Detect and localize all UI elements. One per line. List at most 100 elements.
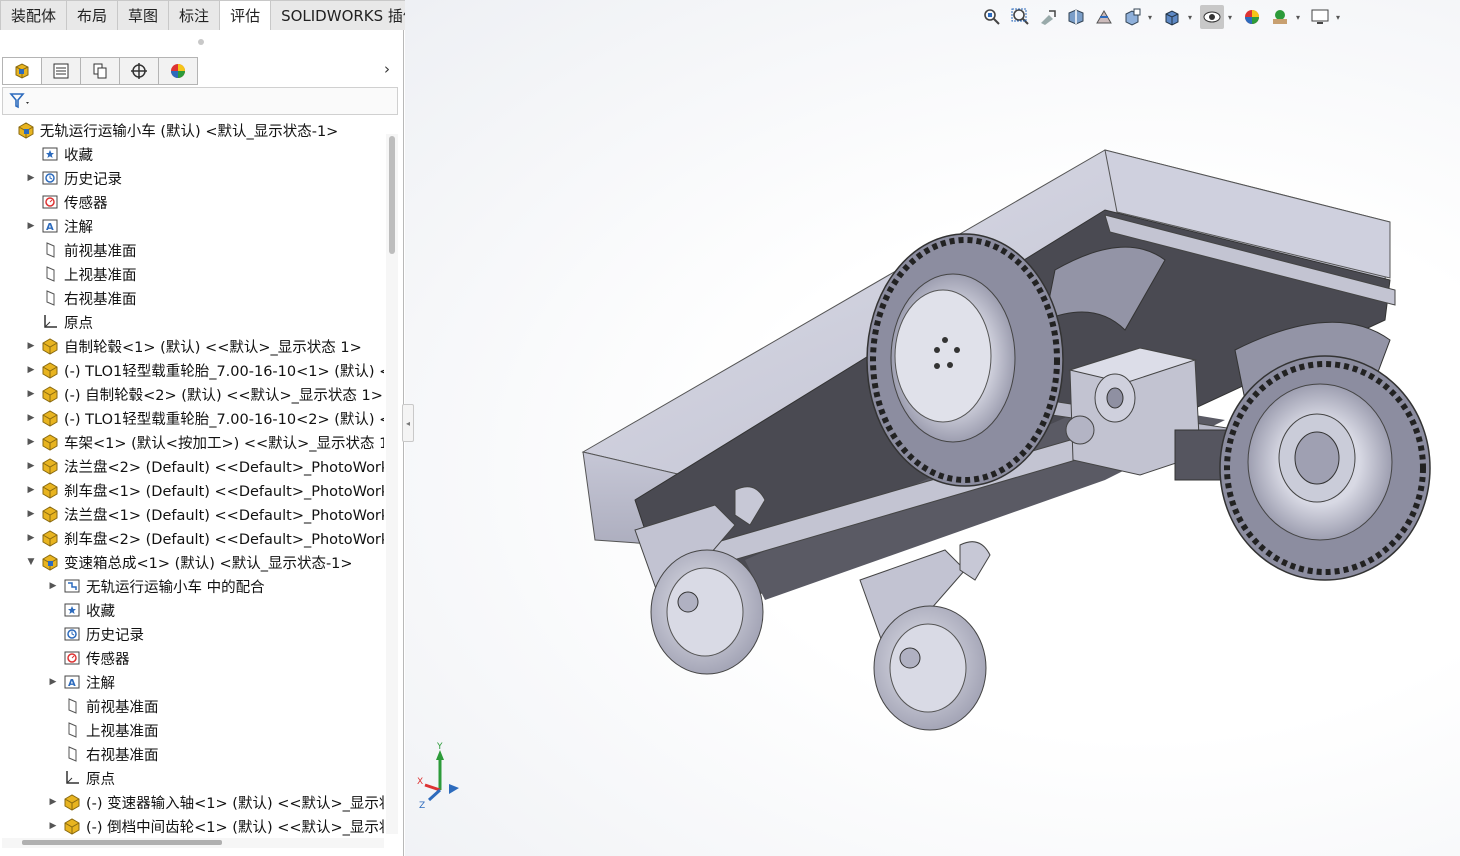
tree-item-label: 传感器 [64, 195, 108, 212]
tree-item-label: (-) 自制轮毂<2> (默认) <<默认>_显示状态 1> [64, 387, 383, 404]
tree-item[interactable]: ▶ 无轨运行运输小车 中的配合 [48, 574, 265, 598]
tree-item[interactable]: 上视基准面 [48, 718, 159, 742]
tree-item[interactable]: ▶ (-) TLO1轻型载重轮胎_7.00-16-10<2> (默认) << [26, 406, 384, 430]
property-manager-tab[interactable] [41, 57, 81, 85]
tree-item[interactable]: 前视基准面 [26, 238, 137, 262]
configuration-manager-tab[interactable] [80, 57, 120, 85]
tree-item-label: 无轨运行运输小车 中的配合 [86, 579, 265, 596]
command-tab-0[interactable]: 装配体 [0, 0, 68, 30]
command-tab-2[interactable]: 草图 [118, 0, 170, 30]
tree-item[interactable]: 右视基准面 [26, 286, 137, 310]
feature-manager-tab[interactable] [2, 57, 42, 85]
tree-item[interactable]: 传感器 [48, 646, 130, 670]
tree-item[interactable]: ▶ (-) 倒档中间齿轮<1> (默认) <<默认>_显示状态 [48, 814, 384, 836]
dimxpert-tab[interactable] [119, 57, 159, 85]
tree-item[interactable]: 前视基准面 [48, 694, 159, 718]
tree-item[interactable]: ▶ A 注解 [26, 214, 93, 238]
history-icon [40, 168, 60, 188]
manager-tabs [2, 57, 198, 85]
tree-item[interactable]: 原点 [48, 766, 115, 790]
horizontal-scroll-thumb[interactable] [22, 840, 222, 845]
expand-arrow-icon[interactable]: ▶ [26, 214, 36, 238]
tree-item[interactable]: 传感器 [26, 190, 108, 214]
tree-horizontal-scrollbar[interactable] [2, 838, 384, 848]
tree-item-label: 注解 [64, 219, 93, 236]
gearbox-flange-hub [1106, 387, 1124, 409]
mates-icon [62, 576, 82, 596]
tree-item[interactable]: ▶ 法兰盘<2> (Default) <<Default>_PhotoWorks [26, 454, 384, 478]
tree-item[interactable]: 上视基准面 [26, 262, 137, 286]
reference-triad[interactable]: Y X Z [415, 740, 465, 810]
front-drive-tire [866, 233, 1064, 487]
tree-filter-bar[interactable] [2, 87, 398, 115]
cart-assembly-model[interactable] [405, 0, 1460, 856]
graphics-viewport[interactable]: ▾ ▾ ▾ ▾ ▾ Y X Z [405, 0, 1460, 856]
expand-arrow-icon[interactable]: ▶ [26, 526, 36, 550]
tree-item-label: 法兰盘<2> (Default) <<Default>_PhotoWorks [64, 459, 384, 476]
tree-item-label: 原点 [86, 771, 115, 788]
tree-item[interactable]: ▶ 历史记录 [26, 166, 122, 190]
dimxpert-icon [131, 63, 147, 79]
expand-arrow-icon[interactable]: ▶ [26, 166, 36, 190]
tree-item[interactable]: ▶ 自制轮毂<1> (默认) <<默认>_显示状态 1> [26, 334, 362, 358]
expand-arrow-icon[interactable]: ▶ [26, 478, 36, 502]
part-icon [40, 336, 60, 356]
tree-item[interactable]: 历史记录 [48, 622, 144, 646]
svg-text:A: A [68, 678, 76, 689]
panel-grip[interactable] [198, 39, 204, 45]
tree-item[interactable]: 收藏 [48, 598, 115, 622]
expand-arrow-icon[interactable]: ▶ [26, 358, 36, 382]
expand-arrow-icon[interactable]: ▶ [48, 814, 58, 836]
tree-item[interactable]: ▶ 法兰盘<1> (Default) <<Default>_PhotoWorks [26, 502, 384, 526]
vertical-scroll-thumb[interactable] [389, 136, 395, 254]
panel-collapse-handle[interactable]: ◂ [402, 404, 414, 442]
display-manager-tab[interactable] [158, 57, 198, 85]
expand-arrow-icon[interactable]: ▶ [26, 382, 36, 406]
tree-item[interactable]: 原点 [26, 310, 93, 334]
tree-item[interactable]: ▶ 刹车盘<1> (Default) <<Default>_PhotoWorks [26, 478, 384, 502]
expand-arrow-icon[interactable]: ▶ [48, 790, 58, 814]
tree-item[interactable]: 右视基准面 [48, 742, 159, 766]
tree-item[interactable]: ▶ 刹车盘<2> (Default) <<Default>_PhotoWorks [26, 526, 384, 550]
plane-icon [40, 264, 60, 284]
annotation-icon: A [62, 672, 82, 692]
expand-arrow-icon[interactable]: ▶ [26, 406, 36, 430]
expand-arrow-icon[interactable]: ▶ [48, 670, 58, 694]
tree-item[interactable]: ▶ 车架<1> (默认<按加工>) <<默认>_显示状态 1> [26, 430, 384, 454]
tree-item-label: (-) 变速器输入轴<1> (默认) <<默认>_显示状态 [86, 795, 384, 812]
assembly-icon [16, 120, 36, 140]
tree-item-label: 变速箱总成<1> (默认) <默认_显示状态-1> [64, 555, 353, 572]
tree-item[interactable]: ▶ A 注解 [48, 670, 115, 694]
display-manager-icon [171, 64, 185, 78]
tree-item-label: 收藏 [64, 147, 93, 164]
expand-arrow-icon[interactable]: ▶ [26, 430, 36, 454]
tree-item[interactable]: ▶ (-) 变速器输入轴<1> (默认) <<默认>_显示状态 [48, 790, 384, 814]
expand-arrow-icon[interactable]: ▶ [26, 502, 36, 526]
command-tab-3[interactable]: 标注 [169, 0, 221, 30]
part-icon [40, 504, 60, 524]
command-tab-1[interactable]: 布局 [67, 0, 119, 30]
tree-vertical-scrollbar[interactable] [386, 134, 398, 834]
plane-icon [40, 240, 60, 260]
part-icon [40, 432, 60, 452]
tree-item[interactable]: 收藏 [26, 142, 93, 166]
tree-item[interactable]: ▶ (-) TLO1轻型载重轮胎_7.00-16-10<1> (默认) << [26, 358, 384, 382]
filter-icon[interactable] [9, 92, 33, 110]
collapse-arrow-icon[interactable]: ▼ [26, 550, 36, 574]
tree-item[interactable]: ▶ (-) 自制轮毂<2> (默认) <<默认>_显示状态 1> [26, 382, 383, 406]
tree-item-label: 历史记录 [86, 627, 144, 644]
expand-arrow-icon[interactable]: ▶ [48, 574, 58, 598]
expand-arrow-icon[interactable]: ▶ [26, 454, 36, 478]
tree-root-assembly[interactable]: 无轨运行运输小车 (默认) <默认_显示状态-1> [2, 118, 338, 142]
tree-item[interactable]: ▼ 变速箱总成<1> (默认) <默认_显示状态-1> [26, 550, 353, 574]
annotation-icon: A [40, 216, 60, 236]
expand-arrow-icon[interactable]: ▶ [26, 334, 36, 358]
command-tab-4[interactable]: 评估 [220, 0, 272, 30]
panel-expand-chevron-icon[interactable]: › [384, 60, 390, 78]
tree-item-label: 原点 [64, 315, 93, 332]
feature-manager-icon [15, 63, 29, 79]
